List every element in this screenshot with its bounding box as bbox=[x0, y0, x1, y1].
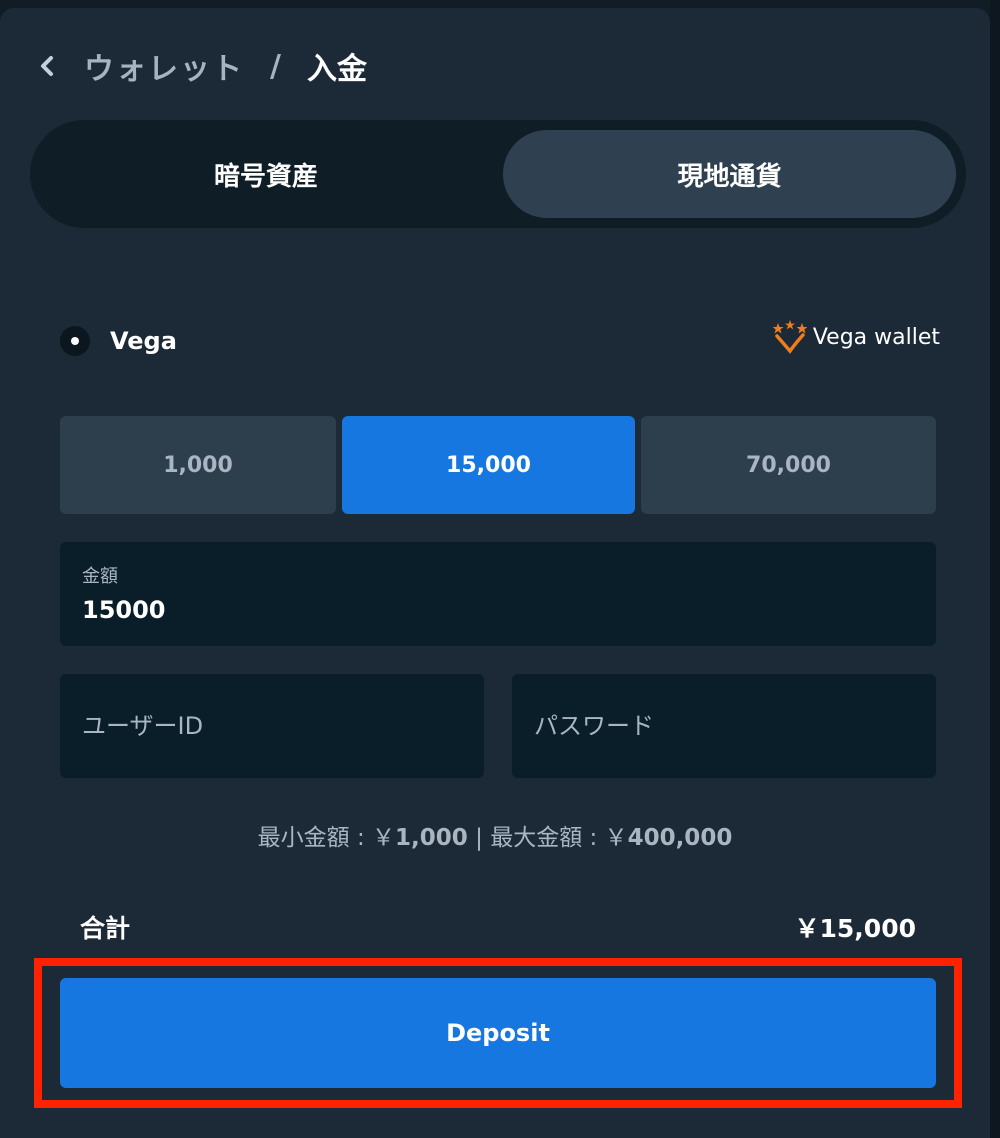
min-limit-label: 最小金額 : ￥ bbox=[257, 825, 396, 851]
max-limit-label: 最大金額 : ￥ bbox=[490, 825, 628, 851]
amount-presets: 1,000 15,000 70,000 bbox=[60, 416, 936, 514]
total-row: 合計 ￥15,000 bbox=[80, 904, 916, 950]
max-limit-value: 400,000 bbox=[627, 825, 733, 851]
deposit-button[interactable]: Deposit bbox=[60, 978, 936, 1088]
total-value: ￥15,000 bbox=[794, 914, 916, 943]
tab-crypto[interactable]: 暗号資産 bbox=[30, 130, 502, 218]
total-label: 合計 bbox=[80, 914, 131, 943]
breadcrumb: ウォレット / 入金 bbox=[36, 42, 367, 90]
payment-method-option[interactable]: Vega Vega wallet bbox=[60, 318, 940, 364]
limits-divider: | bbox=[467, 825, 491, 851]
user-id-field[interactable] bbox=[60, 674, 484, 778]
amount-label: 金額 bbox=[82, 566, 118, 587]
vega-wallet-brand: Vega wallet bbox=[772, 320, 940, 354]
password-field[interactable] bbox=[512, 674, 936, 778]
password-input[interactable] bbox=[532, 711, 916, 741]
page-scroll-edge bbox=[990, 0, 1000, 1138]
currency-type-tabs: 暗号資産 現地通貨 bbox=[30, 120, 966, 228]
preset-amount-button-selected[interactable]: 15,000 bbox=[342, 416, 635, 514]
method-radio[interactable] bbox=[60, 326, 90, 356]
preset-amount-button[interactable]: 1,000 bbox=[60, 416, 336, 514]
method-label: Vega bbox=[110, 327, 177, 355]
preset-amount-button[interactable]: 70,000 bbox=[641, 416, 936, 514]
amount-input[interactable] bbox=[82, 596, 902, 624]
page-title: 入金 bbox=[306, 52, 367, 87]
amount-field[interactable]: 金額 bbox=[60, 542, 936, 646]
tab-local-currency[interactable]: 現地通貨 bbox=[503, 130, 956, 218]
chevron-left-icon[interactable] bbox=[36, 51, 58, 81]
brand-name: Vega wallet bbox=[812, 324, 940, 350]
breadcrumb-separator: / bbox=[270, 48, 281, 84]
min-limit-value: 1,000 bbox=[395, 825, 468, 851]
vega-logo-icon bbox=[772, 320, 807, 354]
user-id-input[interactable] bbox=[80, 711, 464, 741]
deposit-limits: 最小金額 : ￥1,000 | 最大金額 : ￥400,000 bbox=[0, 818, 990, 852]
breadcrumb-wallet-link[interactable]: ウォレット bbox=[84, 44, 244, 88]
radio-selected-dot bbox=[71, 337, 79, 345]
